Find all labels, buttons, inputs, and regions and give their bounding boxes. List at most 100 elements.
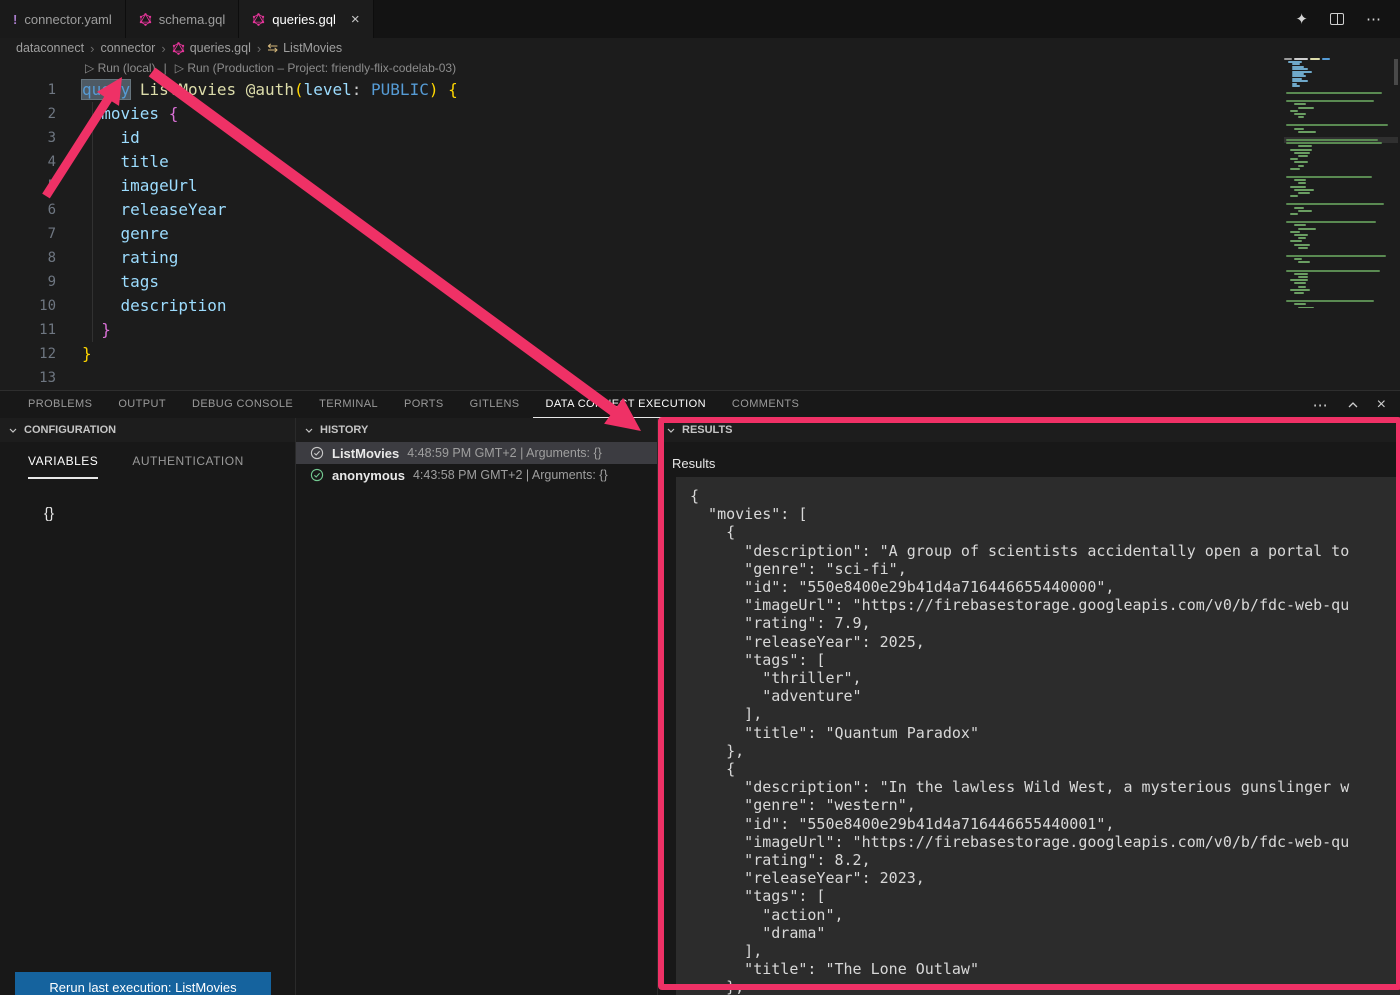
results-section: RESULTS Results { "movies": [ { "descrip… xyxy=(658,418,1400,995)
code-line-13[interactable]: 13 xyxy=(0,366,1400,390)
run-local-link[interactable]: ▷ Run (local) xyxy=(85,61,156,75)
minimap-line xyxy=(1298,276,1308,278)
panel-tab-data-connect-execution[interactable]: DATA CONNECT EXECUTION xyxy=(533,391,719,418)
code-line-8[interactable]: 8 rating xyxy=(0,246,1400,270)
code-line-7[interactable]: 7 genre xyxy=(0,222,1400,246)
minimap-line xyxy=(1290,149,1312,151)
tab-label: schema.gql xyxy=(159,12,225,27)
code-line-4[interactable]: 4 title xyxy=(0,150,1400,174)
line-number: 3 xyxy=(0,126,56,150)
rerun-last-execution-button[interactable]: Rerun last execution: ListMovies xyxy=(15,972,271,995)
tab-label: connector.yaml xyxy=(24,12,111,27)
minimap-line xyxy=(1294,58,1308,60)
breadcrumb-item-connector[interactable]: connector xyxy=(100,41,155,55)
panel-tab-terminal[interactable]: TERMINAL xyxy=(306,391,391,418)
code-line-9[interactable]: 9 tags xyxy=(0,270,1400,294)
chevron-down-icon xyxy=(666,426,676,435)
minimap-line xyxy=(1290,279,1308,281)
history-header[interactable]: HISTORY xyxy=(296,418,657,442)
tab-schema.gql[interactable]: schema.gql xyxy=(126,0,239,38)
results-header[interactable]: RESULTS xyxy=(658,418,1400,442)
minimap-line xyxy=(1286,221,1376,223)
close-tab-icon[interactable]: × xyxy=(351,12,360,27)
code-line-2[interactable]: 2 movies { xyxy=(0,102,1400,126)
line-number: 4 xyxy=(0,150,56,174)
minimap[interactable] xyxy=(1284,58,1398,308)
run-production-link[interactable]: ▷ Run (Production – Project: friendly-fl… xyxy=(175,61,456,75)
minimap-line xyxy=(1290,213,1298,215)
code-line-3[interactable]: 3 id xyxy=(0,126,1400,150)
minimap-line xyxy=(1298,165,1304,167)
copilot-sparkle-icon[interactable]: ✦ xyxy=(1295,10,1308,28)
minimap-line xyxy=(1286,92,1382,94)
minimap-line xyxy=(1298,261,1310,263)
panel-tab-output[interactable]: OUTPUT xyxy=(105,391,179,418)
minimap-line xyxy=(1298,131,1316,133)
variables-value[interactable]: {} xyxy=(44,505,295,522)
line-number: 9 xyxy=(0,270,56,294)
history-entry-ListMovies[interactable]: ListMovies4:48:59 PM GMT+2 | Arguments: … xyxy=(296,442,657,464)
config-tab-authentication[interactable]: AUTHENTICATION xyxy=(132,454,243,479)
tab-label: queries.gql xyxy=(272,12,336,27)
code-line-1[interactable]: 1query ListMovies @auth(level: PUBLIC) { xyxy=(0,78,1400,102)
minimap-line xyxy=(1294,207,1304,209)
breadcrumb-item-queries.gql[interactable]: queries.gql xyxy=(172,41,251,55)
minimap-line xyxy=(1290,158,1298,160)
editor-actions: ✦ ⋯ xyxy=(1295,0,1400,38)
panel-tab-gitlens[interactable]: GITLENS xyxy=(457,391,533,418)
minimap-line xyxy=(1298,107,1314,109)
minimap-line xyxy=(1286,100,1374,102)
code-text: id xyxy=(82,126,140,150)
panel-tab-debug-console[interactable]: DEBUG CONSOLE xyxy=(179,391,306,418)
split-editor-icon[interactable] xyxy=(1330,13,1344,25)
breadcrumb-item-dataconnect[interactable]: dataconnect xyxy=(16,41,84,55)
code-text: } xyxy=(82,342,92,366)
code-line-6[interactable]: 6 releaseYear xyxy=(0,198,1400,222)
tab-connector.yaml[interactable]: !connector.yaml xyxy=(0,0,126,38)
panel-close-icon[interactable]: × xyxy=(1377,396,1386,414)
panel-tab-ports[interactable]: PORTS xyxy=(391,391,457,418)
code-line-10[interactable]: 10 description xyxy=(0,294,1400,318)
minimap-line xyxy=(1294,113,1306,115)
code-line-12[interactable]: 12} xyxy=(0,342,1400,366)
code-line-11[interactable]: 11 } xyxy=(0,318,1400,342)
code-text: releaseYear xyxy=(82,198,227,222)
history-entry-anonymous[interactable]: anonymous4:43:58 PM GMT+2 | Arguments: {… xyxy=(296,464,657,486)
history-entry-meta: 4:43:58 PM GMT+2 | Arguments: {} xyxy=(413,468,608,482)
minimap-line xyxy=(1294,292,1304,294)
results-json-box[interactable]: { "movies": [ { "description": "A group … xyxy=(676,477,1400,995)
minimap-line xyxy=(1294,161,1308,163)
breadcrumb-separator: › xyxy=(161,41,165,56)
editor-scrollbar-thumb[interactable] xyxy=(1394,59,1398,85)
indent-guide xyxy=(92,102,93,342)
more-actions-icon[interactable]: ⋯ xyxy=(1366,10,1382,28)
minimap-line xyxy=(1322,58,1330,60)
line-number: 5 xyxy=(0,174,56,198)
panel-tab-comments[interactable]: COMMENTS xyxy=(719,391,812,418)
code-text: query ListMovies @auth(level: PUBLIC) { xyxy=(82,78,458,102)
minimap-line xyxy=(1298,192,1310,194)
data-connect-execution-view: CONFIGURATION VARIABLES AUTHENTICATION {}… xyxy=(0,418,1400,995)
minimap-line xyxy=(1310,58,1320,60)
config-tab-variables[interactable]: VARIABLES xyxy=(28,454,98,479)
panel-more-icon[interactable]: ⋯ xyxy=(1313,396,1329,414)
minimap-line xyxy=(1294,234,1308,236)
tab-queries.gql[interactable]: queries.gql × xyxy=(239,0,373,38)
history-entry-meta: 4:48:59 PM GMT+2 | Arguments: {} xyxy=(407,446,602,460)
breadcrumb-item-ListMovies[interactable]: ⇆ListMovies xyxy=(267,40,342,56)
panel-tab-problems[interactable]: PROBLEMS xyxy=(15,391,105,418)
minimap-line xyxy=(1298,286,1306,288)
breadcrumb-separator: › xyxy=(90,41,94,56)
code-line-5[interactable]: 5 imageUrl xyxy=(0,174,1400,198)
configuration-title: CONFIGURATION xyxy=(24,424,116,436)
line-number: 8 xyxy=(0,246,56,270)
code-lines[interactable]: 1query ListMovies @auth(level: PUBLIC) {… xyxy=(0,78,1400,390)
configuration-header[interactable]: CONFIGURATION xyxy=(0,418,295,442)
results-label: Results xyxy=(672,456,1400,471)
minimap-line xyxy=(1294,258,1302,260)
breadcrumb-separator: › xyxy=(257,41,261,56)
code-text: tags xyxy=(82,270,159,294)
code-editor[interactable]: ▷ Run (local) | ▷ Run (Production – Proj… xyxy=(0,58,1400,390)
minimap-line xyxy=(1294,244,1310,246)
panel-maximize-icon[interactable] xyxy=(1347,400,1359,410)
